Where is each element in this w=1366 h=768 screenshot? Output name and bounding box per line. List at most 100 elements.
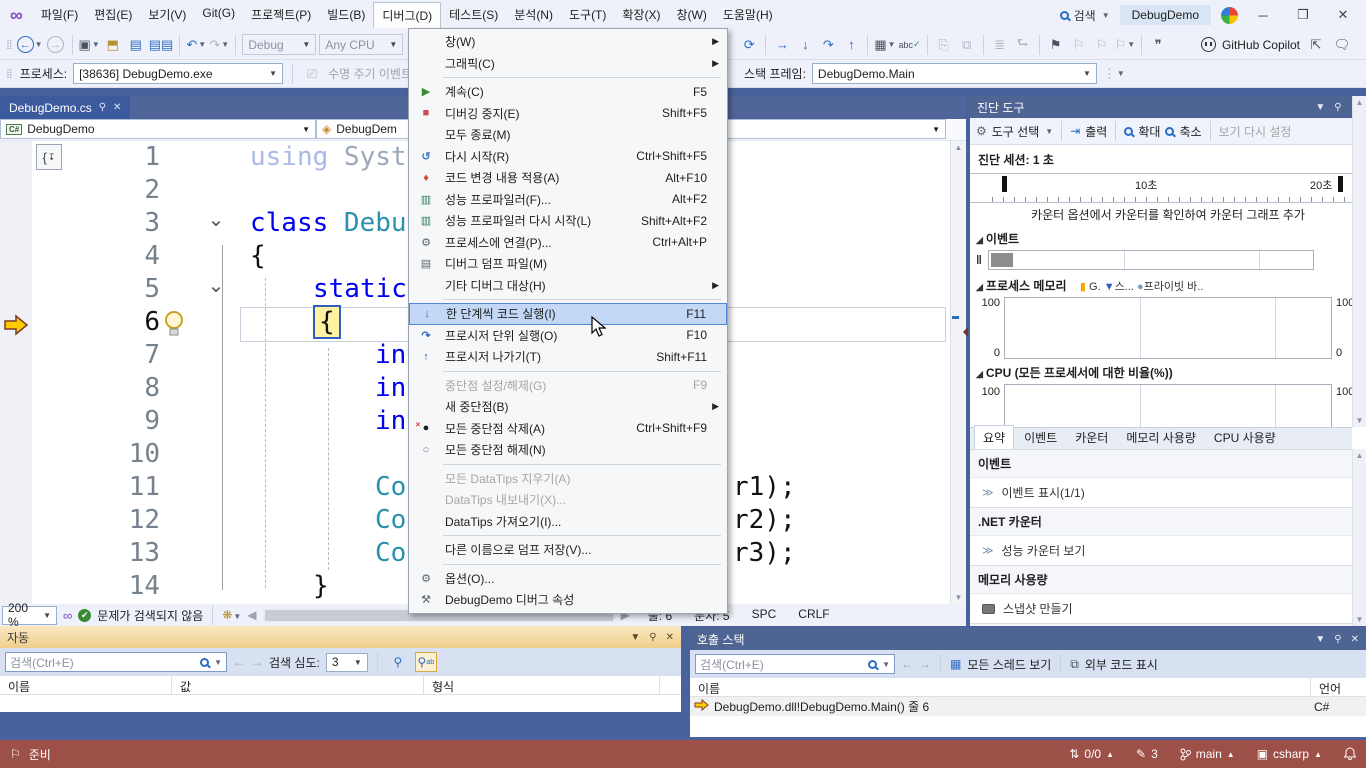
show-next-statement-button[interactable]: → bbox=[772, 34, 792, 56]
timeline-ruler[interactable]: 10초 20초 bbox=[970, 173, 1366, 203]
space-mode-indicator[interactable]: SPC bbox=[752, 607, 777, 624]
navigate-back-button[interactable]: ←▼ bbox=[17, 34, 43, 56]
back-icon[interactable]: ← bbox=[233, 655, 245, 669]
depth-dropdown[interactable]: 3▼ bbox=[326, 653, 368, 672]
close-icon[interactable]: ✕ bbox=[666, 632, 674, 643]
debug-menu-item-2[interactable]: 그래픽(C)▶ bbox=[409, 53, 727, 75]
menubar-item-12[interactable]: 창(W) bbox=[668, 2, 714, 28]
debug-menu-item-4[interactable]: ▶계속(C)F5 bbox=[409, 81, 727, 103]
solution-config-dropdown[interactable]: Debug▼ bbox=[242, 34, 316, 55]
scroll-up-icon[interactable]: ▲ bbox=[951, 143, 966, 152]
forward-icon[interactable]: → bbox=[919, 657, 931, 671]
diag-tab-1[interactable]: 요약 bbox=[974, 425, 1014, 449]
close-button[interactable]: ✕ bbox=[1328, 7, 1358, 23]
debug-menu-item-30[interactable]: ⚙옵션(O)... bbox=[409, 568, 727, 590]
window-position-icon[interactable]: ▼ bbox=[630, 632, 640, 643]
feedback-icon[interactable] bbox=[1221, 7, 1238, 24]
autos-search-input[interactable]: 검색(Ctrl+E) ▼ bbox=[5, 652, 227, 672]
debug-menu-item-28[interactable]: 다른 이름으로 덤프 저장(V)... bbox=[409, 539, 727, 561]
menubar-item-1[interactable]: 파일(F) bbox=[33, 2, 86, 28]
window-position-icon[interactable]: ▼ bbox=[1315, 102, 1325, 113]
pin-icon[interactable]: ⚲ bbox=[1334, 634, 1341, 645]
hscroll-left-icon[interactable]: ◀ bbox=[247, 608, 256, 622]
window-position-icon[interactable]: ▼ bbox=[1315, 634, 1325, 645]
pin-icon[interactable]: ⚲ bbox=[649, 632, 656, 643]
zoom-out-button[interactable]: 축소 bbox=[1179, 123, 1201, 140]
tool-select-button[interactable]: 도구 선택 bbox=[992, 123, 1040, 140]
summary-link-2[interactable]: ≫성능 카운터 보기 bbox=[970, 536, 1352, 565]
show-external-code-button[interactable]: 외부 코드 표시 bbox=[1085, 656, 1158, 673]
debug-menu-item-5[interactable]: ■디버깅 중지(E)Shift+F5 bbox=[409, 103, 727, 125]
spell-check-button[interactable]: abc✓ bbox=[899, 34, 921, 56]
debug-menu-item-24[interactable]: 모든 DataTips 지우기(A) bbox=[409, 468, 727, 490]
column-1[interactable]: 이름 bbox=[0, 676, 172, 694]
show-all-threads-button[interactable]: 모든 스레드 보기 bbox=[967, 656, 1051, 673]
editor-vertical-scrollbar[interactable]: ▲ ▼ bbox=[950, 141, 966, 604]
health-glasses-icon[interactable]: ∞ bbox=[63, 608, 72, 623]
brace-outline-widget[interactable]: {↧ bbox=[36, 144, 62, 170]
callstack-row[interactable]: DebugDemo.dll!DebugDemo.Main() 줄 6C# bbox=[690, 697, 1366, 716]
bell-icon[interactable] bbox=[1344, 747, 1356, 761]
menubar-item-11[interactable]: 확장(X) bbox=[614, 2, 668, 28]
eol-indicator[interactable]: CRLF bbox=[798, 607, 829, 624]
minimize-button[interactable]: ─ bbox=[1248, 8, 1278, 23]
debug-menu-item-9[interactable]: ▥성능 프로파일러(F)...Alt+F2 bbox=[409, 189, 727, 211]
debug-menu-item-19[interactable]: 중단점 설정/해제(G)F9 bbox=[409, 375, 727, 397]
output-button[interactable]: 출력 bbox=[1085, 123, 1107, 140]
step-into-button[interactable]: ↓ bbox=[795, 34, 815, 56]
redo-button[interactable]: ↷▼ bbox=[209, 34, 229, 56]
diag-tab-4[interactable]: 메모리 사용량 bbox=[1118, 426, 1204, 449]
debug-menu-item-22[interactable]: ○모든 중단점 해제(N) bbox=[409, 439, 727, 461]
next-bookmark-button[interactable]: ⚐ bbox=[1092, 34, 1112, 56]
callstack-title-bar[interactable]: 호출 스택 ▼ ⚲ ✕ bbox=[690, 628, 1366, 650]
column-language[interactable]: 언어 bbox=[1310, 678, 1366, 696]
zoom-in-button[interactable]: 확대 bbox=[1138, 123, 1160, 140]
debug-menu-item-20[interactable]: 새 중단점(B)▶ bbox=[409, 396, 727, 418]
pending-changes-button[interactable]: ✎ 3 bbox=[1136, 747, 1158, 761]
toolbar-overflow-icon[interactable]: ⋮▼ bbox=[1103, 63, 1125, 85]
memory-section-header[interactable]: ◢프로세스 메모리 ▮ G. ▼스... ●프라이빗 바.. bbox=[970, 274, 1366, 297]
menubar-item-10[interactable]: 도구(T) bbox=[561, 2, 614, 28]
debug-menu-item-6[interactable]: 모두 종료(M) bbox=[409, 124, 727, 146]
diagnostics-title-bar[interactable]: 진단 도구 ▼ ⚲ ✕ bbox=[970, 96, 1366, 118]
pause-icon[interactable]: ‖ bbox=[976, 253, 982, 267]
execution-pointer-icon[interactable] bbox=[3, 313, 29, 337]
debug-menu-item-10[interactable]: ▥성능 프로파일러 다시 시작(L)Shift+Alt+F2 bbox=[409, 210, 727, 232]
zoom-dropdown[interactable]: 200 %▼ bbox=[2, 606, 57, 625]
quotes-button[interactable]: ❞ bbox=[1148, 34, 1168, 56]
git-branch-button[interactable]: main ▲ bbox=[1180, 747, 1235, 761]
debug-menu-item-8[interactable]: ♦코드 변경 내용 적용(A)Alt+F10 bbox=[409, 167, 727, 189]
debug-menu-item-12[interactable]: ▤디버그 덤프 파일(M) bbox=[409, 253, 727, 275]
project-badge[interactable]: DebugDemo bbox=[1120, 5, 1211, 25]
pin-icon[interactable]: ⚲ bbox=[99, 102, 106, 113]
menubar-item-13[interactable]: 도움말(H) bbox=[715, 2, 781, 28]
show-pinned-icon[interactable]: ⚲ab bbox=[415, 652, 437, 672]
copy-button[interactable]: ⧉ bbox=[957, 34, 977, 56]
debug-menu-item-17[interactable]: ↑프로시저 나가기(T)Shift+F11 bbox=[409, 346, 727, 368]
copilot-icon[interactable] bbox=[1201, 37, 1216, 52]
menubar-item-8[interactable]: 테스트(S) bbox=[441, 2, 506, 28]
summary-link-3[interactable]: 스냅샷 만들기 bbox=[970, 594, 1352, 623]
reset-view-button[interactable]: 보기 다시 설정 bbox=[1219, 123, 1360, 140]
new-project-button[interactable]: ▣▼ bbox=[79, 34, 100, 56]
quick-search[interactable]: 검색 ▼ bbox=[1060, 7, 1110, 24]
indent-button[interactable]: ≣ bbox=[990, 34, 1010, 56]
debug-menu-item-31[interactable]: ⚒DebugDemo 디버그 속성 bbox=[409, 589, 727, 611]
debug-menu-item-26[interactable]: DataTips 가져오기(I)... bbox=[409, 511, 727, 533]
debug-menu-item-21[interactable]: ●모든 중단점 삭제(A)Ctrl+Shift+F9 bbox=[409, 418, 727, 440]
close-icon[interactable]: ✕ bbox=[1351, 634, 1359, 645]
process-dropdown[interactable]: [38636] DebugDemo.exe▼ bbox=[73, 63, 283, 84]
breakpoint-margin[interactable] bbox=[0, 141, 32, 604]
step-out-button[interactable]: ↑ bbox=[841, 34, 861, 56]
stack-frame-dropdown[interactable]: DebugDemo.Main▼ bbox=[812, 63, 1097, 84]
debug-menu-item-16[interactable]: ↷프로시저 단위 실행(O)F10 bbox=[409, 325, 727, 347]
pin-icon[interactable]: ⚲ bbox=[1334, 102, 1341, 113]
comment-button[interactable]: ⮑ bbox=[1013, 34, 1033, 56]
range-start-marker[interactable] bbox=[1002, 176, 1007, 192]
navigate-forward-button[interactable]: → bbox=[46, 34, 66, 56]
toggle-bookmark-button[interactable]: ⚑ bbox=[1046, 34, 1066, 56]
open-file-button[interactable]: ⬒ bbox=[103, 34, 123, 56]
breakpoints-window-button[interactable]: ▦▼ bbox=[874, 34, 895, 56]
debug-menu-item-7[interactable]: ↺다시 시작(R)Ctrl+Shift+F5 bbox=[409, 146, 727, 168]
callstack-search-input[interactable]: 검색(Ctrl+E) ▼ bbox=[695, 654, 895, 674]
